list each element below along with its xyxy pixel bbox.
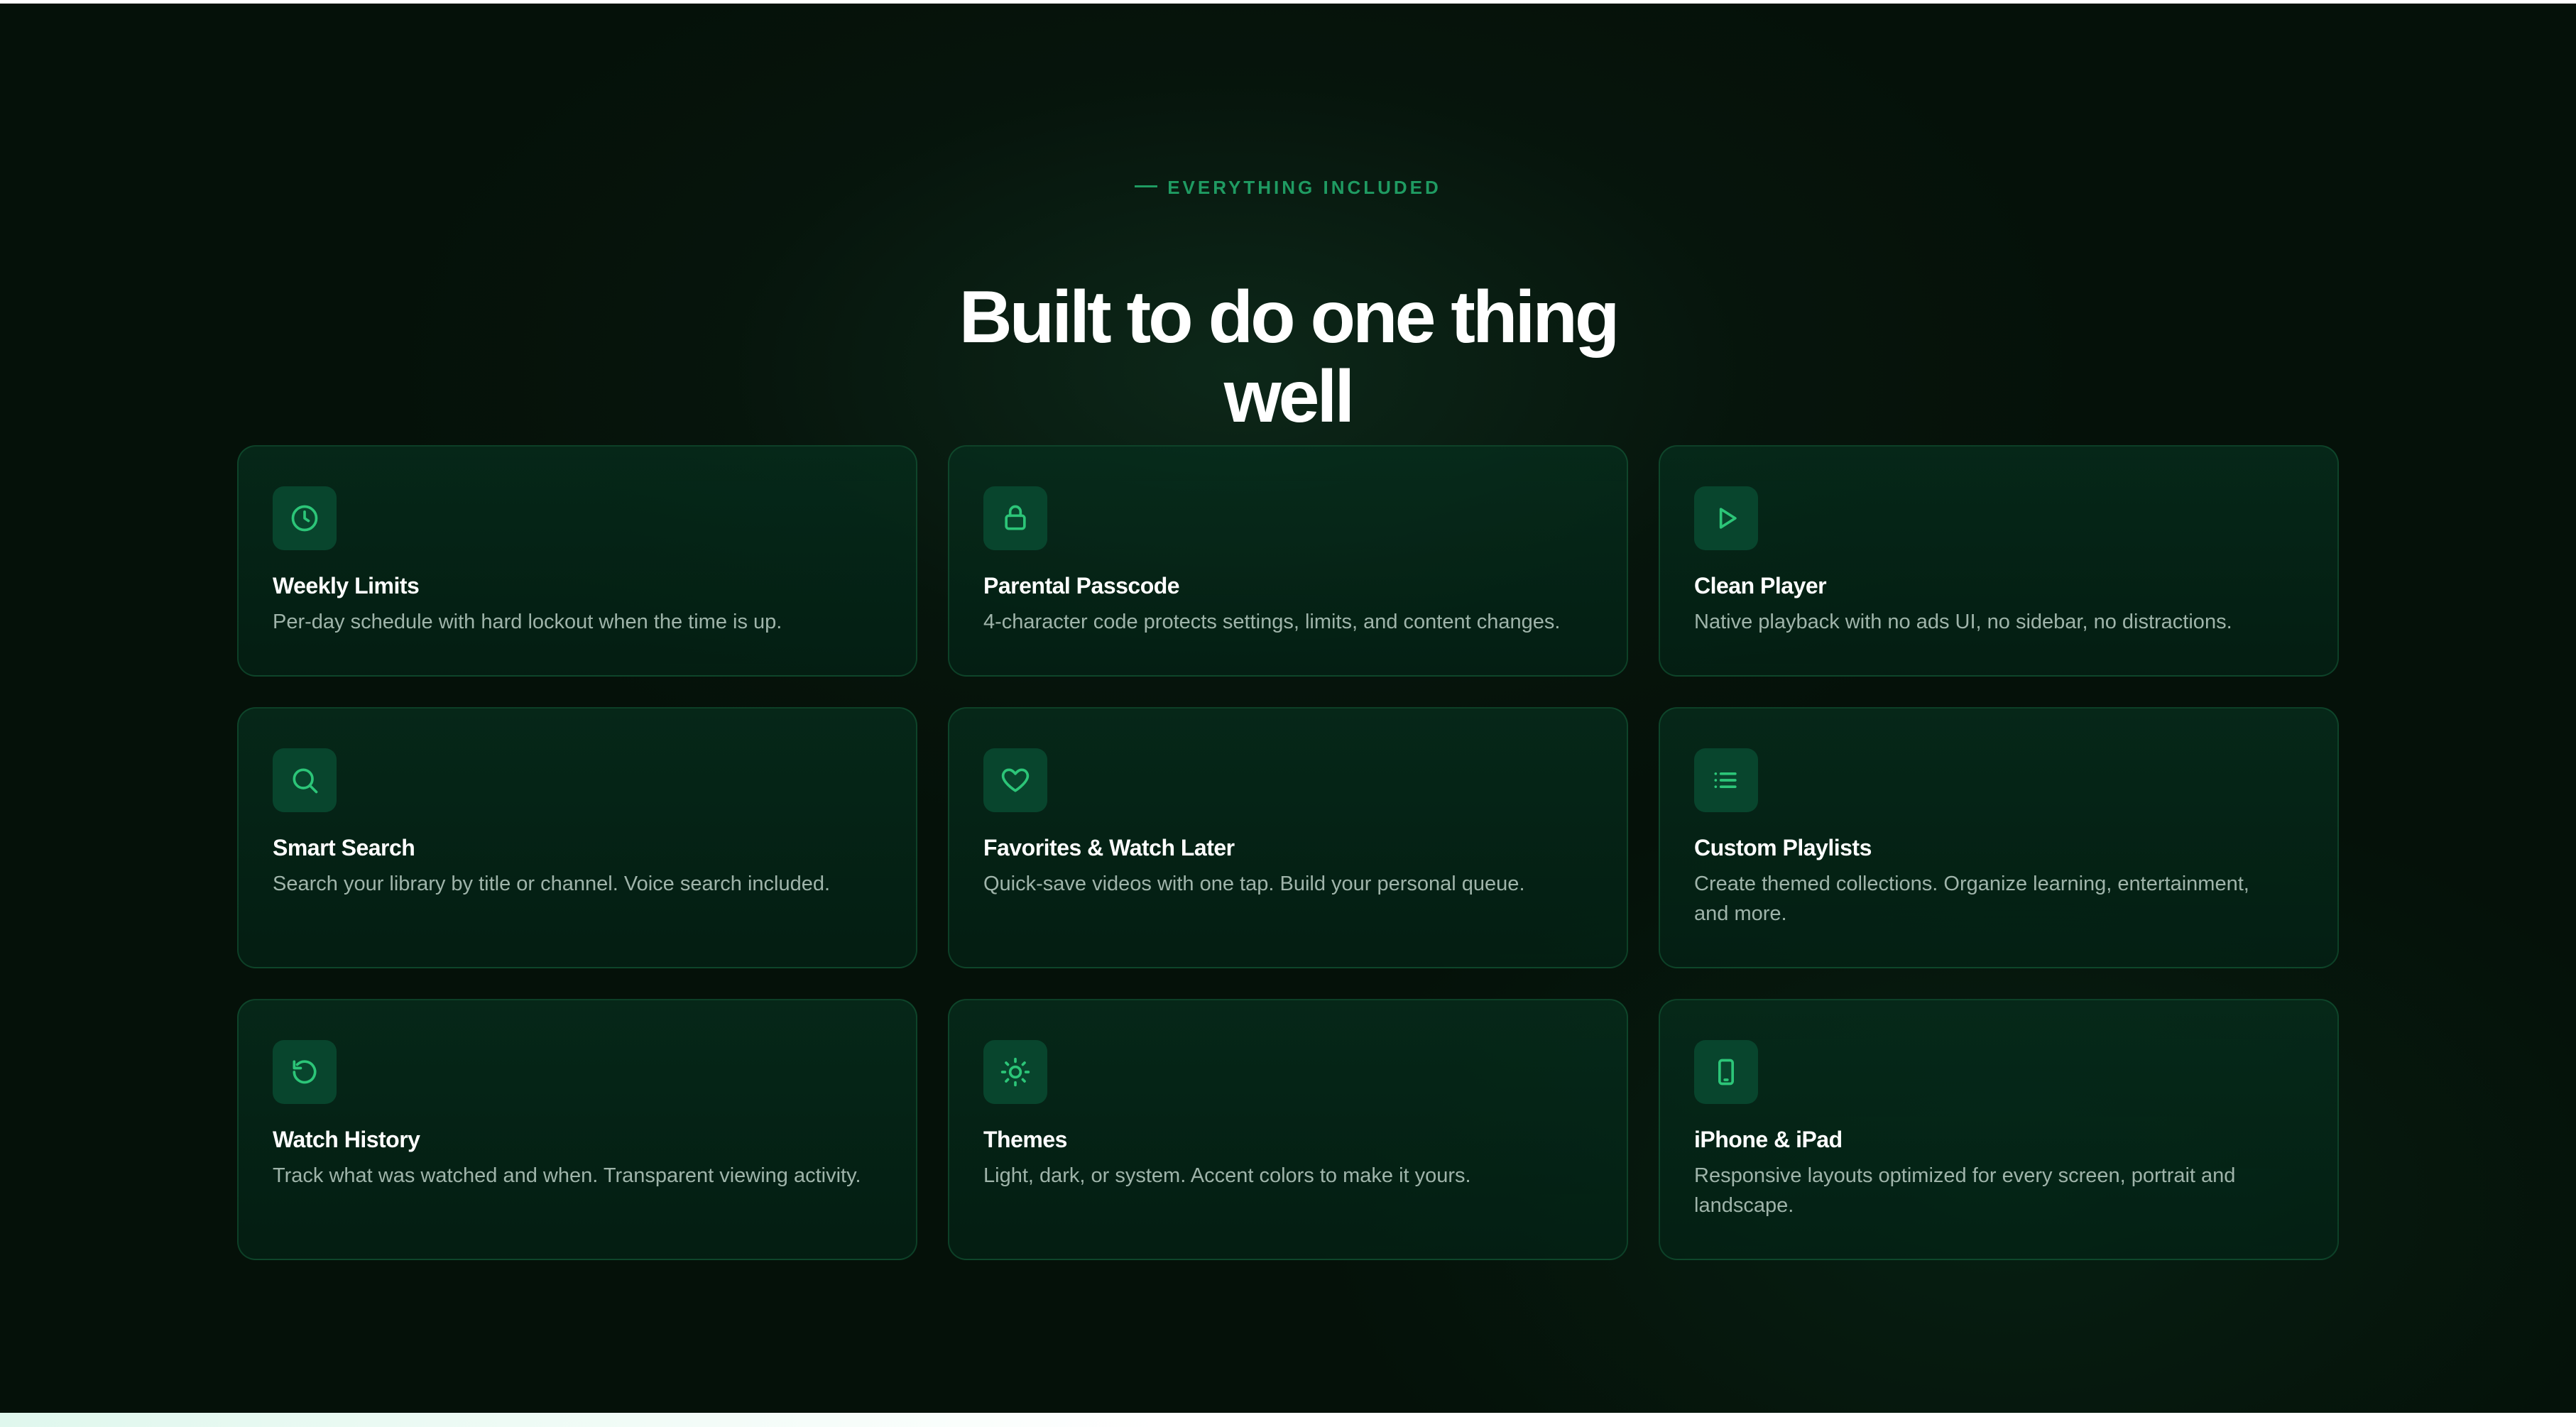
page: EVERYTHING INCLUDED Built to do one thin…: [0, 0, 2576, 1427]
feature-grid: Weekly Limits Per-day schedule with hard…: [237, 445, 2339, 1262]
feature-card-favorites-watch-later: Favorites & Watch Later Quick-save video…: [948, 707, 1628, 968]
feature-title: iPhone & iPad: [1694, 1127, 1843, 1152]
feature-description: Responsive layouts optimized for every s…: [1694, 1164, 2236, 1217]
search-icon: [273, 748, 337, 812]
feature-card-weekly-limits: Weekly Limits Per-day schedule with hard…: [237, 445, 917, 677]
feature-title: Clean Player: [1694, 573, 1827, 598]
tablet-icon: [1694, 1040, 1758, 1104]
feature-description: Create themed collections. Organize lear…: [1694, 873, 2249, 925]
feature-description: Light, dark, or system. Accent colors to…: [983, 1164, 1471, 1187]
feature-title: Watch History: [273, 1127, 420, 1152]
history-icon: [273, 1040, 337, 1104]
heart-icon: [983, 748, 1047, 812]
feature-description: Per-day schedule with hard lockout when …: [273, 611, 782, 633]
feature-title: Parental Passcode: [983, 573, 1180, 598]
lock-icon: [983, 486, 1047, 550]
feature-card-custom-playlists: Custom Playlists Create themed collectio…: [1659, 707, 2339, 968]
eyebrow-dash: [1135, 185, 1158, 187]
clock-icon: [273, 486, 337, 550]
feature-title: Weekly Limits: [273, 573, 420, 598]
section-eyebrow: EVERYTHING INCLUDED: [0, 177, 2576, 198]
feature-description: Native playback with no ads UI, no sideb…: [1694, 611, 2232, 633]
feature-title: Custom Playlists: [1694, 835, 1872, 860]
features-section: EVERYTHING INCLUDED Built to do one thin…: [0, 4, 2576, 1413]
eyebrow-text: EVERYTHING INCLUDED: [1167, 177, 1441, 198]
feature-title: Smart Search: [273, 835, 415, 860]
sun-icon: [983, 1040, 1047, 1104]
feature-card-themes: Themes Light, dark, or system. Accent co…: [948, 999, 1628, 1260]
feature-card-iphone-ipad: iPhone & iPad Responsive layouts optimiz…: [1659, 999, 2339, 1260]
feature-description: 4-character code protects settings, limi…: [983, 611, 1561, 633]
feature-card-parental-passcode: Parental Passcode 4-character code prote…: [948, 445, 1628, 677]
feature-description: Track what was watched and when. Transpa…: [273, 1164, 861, 1187]
feature-title: Themes: [983, 1127, 1067, 1152]
section-headline: Built to do one thing well: [0, 278, 2576, 437]
headline-line-2: well: [1223, 356, 1355, 439]
feature-title: Favorites & Watch Later: [983, 835, 1235, 860]
feature-card-smart-search: Smart Search Search your library by titl…: [237, 707, 917, 968]
headline-line-1: Built to do one thing: [959, 276, 1620, 359]
list-icon: [1694, 748, 1758, 812]
feature-description: Search your library by title or channel.…: [273, 873, 831, 895]
play-icon: [1694, 486, 1758, 550]
bottom-gradient-strip: [0, 1413, 2576, 1427]
feature-description: Quick-save videos with one tap. Build yo…: [983, 873, 1525, 895]
feature-card-watch-history: Watch History Track what was watched and…: [237, 999, 917, 1260]
feature-card-clean-player: Clean Player Native playback with no ads…: [1659, 445, 2339, 677]
